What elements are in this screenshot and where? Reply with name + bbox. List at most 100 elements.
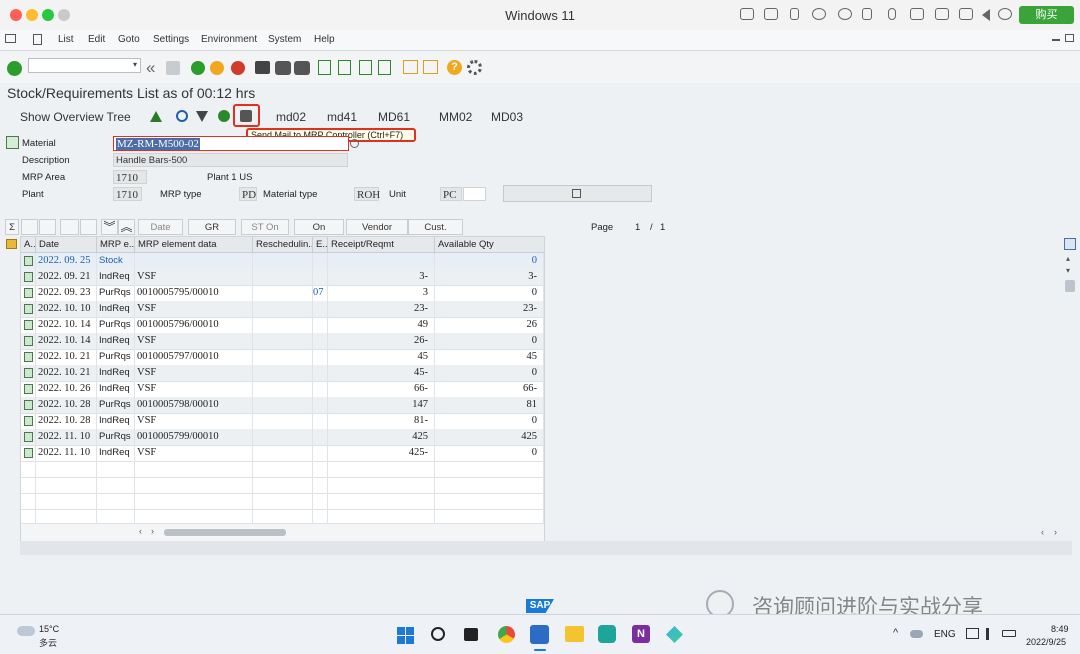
buy-button[interactable]: 购买: [1019, 6, 1074, 24]
app-diamond-icon[interactable]: [666, 626, 683, 643]
column-header-rescheduling[interactable]: Reschedulin...: [253, 237, 313, 253]
table-row[interactable]: 2022. 10. 14 PurRqs 0010005796/00010 49 26: [21, 317, 544, 334]
element-detail-icon[interactable]: [24, 336, 33, 346]
md02-button[interactable]: md02: [276, 110, 306, 124]
clock-date[interactable]: 2022/9/25: [1026, 637, 1066, 647]
help-icon[interactable]: ?: [447, 60, 462, 75]
st-on-button[interactable]: ST On: [241, 219, 289, 235]
sort-tree-icon[interactable]: [60, 219, 79, 235]
new-session-icon[interactable]: [403, 60, 418, 74]
windows-start-icon[interactable]: [397, 627, 414, 644]
restore-icon[interactable]: [1065, 34, 1074, 42]
sort-tree-2-icon[interactable]: [80, 219, 97, 235]
md03-button[interactable]: MD03: [491, 110, 523, 124]
element-detail-icon[interactable]: [24, 416, 33, 426]
table-row[interactable]: 2022. 10. 21 PurRqs 0010005797/00010 45 45: [21, 349, 544, 366]
search-icon[interactable]: [431, 627, 445, 641]
cancel-icon[interactable]: [231, 61, 245, 75]
table-row[interactable]: 2022. 11. 10 PurRqs 0010005799/00010 425 425: [21, 429, 544, 446]
table-row[interactable]: 2022. 09. 25 Stock 0: [21, 253, 544, 270]
save-icon[interactable]: [166, 61, 180, 75]
column-header-mrp-element-data[interactable]: MRP element data: [135, 237, 253, 253]
element-detail-icon[interactable]: [24, 272, 33, 282]
volume-icon[interactable]: [862, 8, 872, 20]
user-settings-icon[interactable]: [218, 110, 230, 122]
search-help-icon[interactable]: [350, 139, 359, 148]
menu-list[interactable]: List: [58, 34, 74, 45]
md61-button[interactable]: MD61: [378, 110, 410, 124]
md41-button[interactable]: md41: [327, 110, 357, 124]
material-overview-icon[interactable]: [6, 136, 19, 149]
zoom-window-icon[interactable]: [42, 9, 54, 21]
horizontal-scrollbar[interactable]: ‹ ›: [21, 523, 544, 541]
minimize-window-icon[interactable]: [26, 9, 38, 21]
table-row[interactable]: 2022. 10. 28 PurRqs 0010005798/00010 147 81: [21, 397, 544, 414]
clock-time[interactable]: 8:49: [1051, 624, 1069, 634]
customize-icon[interactable]: [33, 34, 42, 45]
menu-goto[interactable]: Goto: [118, 34, 140, 45]
refresh-icon[interactable]: [176, 110, 188, 122]
gr-button[interactable]: GR: [188, 219, 236, 235]
column-header-receipt-reqmt[interactable]: Receipt/Reqmt: [328, 237, 435, 253]
file-explorer-icon[interactable]: [565, 626, 584, 642]
vertical-scroll-thumb[interactable]: [1065, 280, 1075, 292]
column-header-a[interactable]: A..: [21, 237, 36, 253]
shortcut-icon[interactable]: [423, 60, 438, 74]
system-menu-icon[interactable]: [5, 34, 16, 43]
sap-gui-icon[interactable]: [530, 625, 549, 644]
table-row[interactable]: 2022. 09. 21 IndReq VSF 3- 3-: [21, 269, 544, 286]
filter-icon[interactable]: [196, 111, 208, 122]
element-detail-icon[interactable]: [24, 368, 33, 378]
drive-icon[interactable]: [910, 8, 924, 20]
gear-icon[interactable]: [998, 8, 1012, 20]
language-indicator[interactable]: ENG: [934, 629, 956, 640]
table-row[interactable]: 2022. 10. 28 IndReq VSF 81- 0: [21, 413, 544, 430]
back-arrow-icon[interactable]: [982, 9, 990, 21]
element-detail-icon[interactable]: [24, 256, 33, 266]
element-detail-icon[interactable]: [24, 288, 33, 298]
menu-help[interactable]: Help: [314, 34, 335, 45]
share-icon[interactable]: [959, 8, 973, 20]
cust-button[interactable]: Cust.: [408, 219, 463, 235]
weather-temp[interactable]: 15°C: [39, 624, 59, 634]
globe-icon[interactable]: [838, 8, 852, 20]
onenote-icon[interactable]: N: [632, 625, 650, 643]
column-header-mrp-element[interactable]: MRP e...: [97, 237, 135, 253]
first-page-icon[interactable]: [318, 60, 331, 75]
camera-icon[interactable]: [935, 8, 949, 20]
task-view-icon[interactable]: [464, 628, 478, 641]
element-detail-icon[interactable]: [24, 448, 33, 458]
menu-edit[interactable]: Edit: [88, 34, 105, 45]
table-row[interactable]: 2022. 10. 21 IndReq VSF 45- 0: [21, 365, 544, 382]
double-chevron-left-icon[interactable]: «: [146, 58, 155, 78]
menu-system[interactable]: System: [268, 34, 301, 45]
weather-condition[interactable]: 多云: [39, 636, 57, 649]
next-page-icon[interactable]: [359, 60, 372, 75]
onedrive-icon[interactable]: [910, 630, 923, 638]
glasses-icon[interactable]: [21, 219, 38, 235]
folder-icon[interactable]: [6, 239, 17, 249]
element-detail-icon[interactable]: [24, 352, 33, 362]
element-detail-icon[interactable]: [24, 432, 33, 442]
element-detail-icon[interactable]: [24, 400, 33, 410]
sum-button[interactable]: Σ: [5, 219, 19, 235]
command-field[interactable]: ▾: [28, 58, 141, 73]
header-details-button[interactable]: [503, 185, 652, 202]
usb-icon[interactable]: [790, 8, 799, 20]
back-icon[interactable]: [191, 61, 205, 75]
far-scroll-right-icon[interactable]: ›: [1054, 527, 1057, 537]
weather-cloud-icon[interactable]: [17, 626, 35, 636]
mm02-button[interactable]: MM02: [439, 110, 472, 124]
keyboard-icon[interactable]: [740, 8, 754, 20]
material-field[interactable]: MZ-RM-M500-02: [113, 136, 349, 151]
element-detail-icon[interactable]: [24, 384, 33, 394]
date-button[interactable]: Date: [138, 219, 183, 235]
table-row[interactable]: 2022. 11. 10 IndReq VSF 425- 0: [21, 445, 544, 462]
pencil-icon[interactable]: [39, 219, 56, 235]
enter-icon[interactable]: [7, 61, 22, 76]
expand-all-icon[interactable]: ︾: [101, 219, 118, 235]
element-detail-icon[interactable]: [24, 304, 33, 314]
capture-icon[interactable]: [764, 8, 778, 20]
find-next-icon[interactable]: [294, 61, 310, 75]
last-page-icon[interactable]: [378, 60, 391, 75]
